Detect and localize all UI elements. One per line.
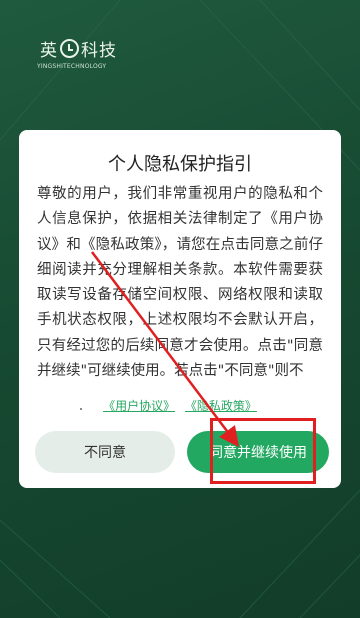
policy-links: 《用户协议》 《隐私政策》: [19, 397, 341, 414]
logo-subtitle: YINGSHITECHNOLOGY: [37, 63, 107, 70]
privacy-policy-link[interactable]: 《隐私政策》: [185, 399, 257, 413]
user-agreement-link[interactable]: 《用户协议》: [103, 399, 175, 413]
clock-icon: [60, 39, 79, 58]
annotation-highlight-box: [210, 418, 316, 484]
dialog-title: 个人隐私保护指引: [108, 154, 252, 175]
dialog-body-text[interactable]: 尊敬的用户，我们非常重视用户的隐私和个人信息保护，依据相关法律制定了《用户协议》…: [37, 182, 323, 422]
logo-text: 英科技: [40, 39, 117, 61]
brand-logo: 英科技 YINGSHITECHNOLOGY: [37, 36, 130, 76]
disagree-button[interactable]: 不同意: [35, 431, 175, 473]
